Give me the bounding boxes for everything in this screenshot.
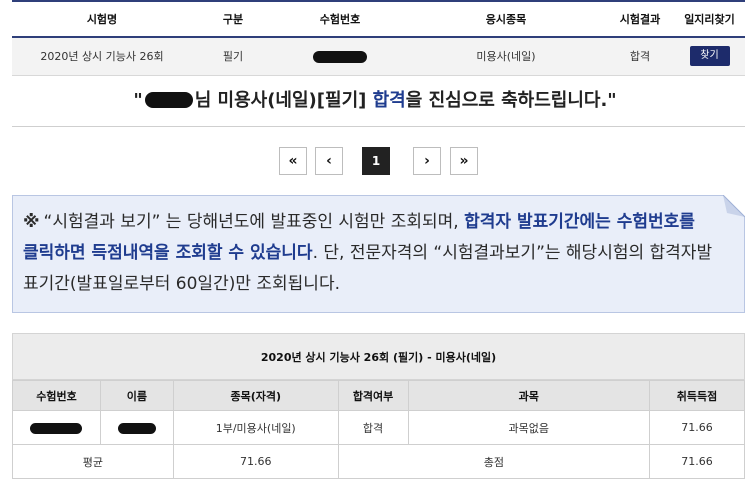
header-category: 구분	[192, 0, 274, 38]
congrats-pass: 합격	[372, 90, 406, 111]
page-prev-button[interactable]: ‹	[315, 147, 343, 175]
redacted-name	[117, 422, 156, 434]
divider	[12, 126, 745, 127]
page-first-button[interactable]: «	[279, 147, 307, 175]
header-result: 시험결과	[606, 0, 674, 38]
results-header-row: 시험명 구분 수험번호 응시종목 시험결과 시험결과 일지리찾기	[12, 0, 745, 38]
cell-category: 필기	[192, 37, 274, 76]
page-current[interactable]: 1	[362, 147, 390, 175]
notice-text-1: “시험결과 보기” 는 당해년도에 발표중인 시험만 조회되며,	[43, 212, 465, 232]
header-exam-number: 수험번호	[274, 0, 406, 38]
cell-total-value: 71.66	[649, 444, 745, 479]
cell-total-label: 총점	[337, 444, 651, 479]
page-last-button[interactable]: »	[450, 147, 478, 175]
cell-avg-value: 71.66	[172, 444, 339, 479]
cell-exam-number	[12, 410, 101, 445]
header-score: 취득득점	[649, 380, 745, 411]
table-row: 2020년 상시 기능사 26회 필기 미용사(네일) 합격 찾기	[12, 37, 745, 76]
pagination: « ‹ 1 › »	[279, 147, 487, 175]
cell-name	[99, 410, 174, 445]
redacted-name	[144, 92, 193, 108]
header-course: 과목	[407, 380, 651, 411]
header-name: 이름	[99, 380, 174, 411]
header-pass: 합격여부	[337, 380, 409, 411]
score-title: 2020년 상시 기능사 26회 (필기) - 미용사(네일)	[12, 333, 745, 380]
score-header-row: 수험번호 이름 종목(자격) 합격여부 과목 취득득점	[12, 380, 745, 411]
find-button[interactable]: 찾기	[689, 46, 730, 67]
score-table: 수험번호 이름 종목(자격) 합격여부 과목 취득득점 1부/미용사(네일) 합…	[12, 380, 745, 479]
congrats-message: " 님 미용사(네일)[필기] 합격을 진심으로 축하드립니다."	[0, 86, 750, 112]
cell-avg-label: 평균	[12, 444, 174, 479]
notice-mark: ※	[23, 212, 40, 232]
cell-subject: 1부/미용사(네일)	[172, 410, 339, 445]
page-fold-icon	[723, 195, 745, 217]
header-exam-name: 시험명	[12, 0, 192, 38]
notice-box: ※ “시험결과 보기” 는 당해년도에 발표중인 시험만 조회되며, 합격자 발표…	[12, 195, 745, 313]
cell-result: 합격	[606, 37, 674, 76]
cell-exam-name: 2020년 상시 기능사 26회	[12, 37, 192, 76]
header-exam-number: 수험번호	[12, 380, 101, 411]
redacted-exam-number[interactable]	[313, 50, 367, 63]
cell-find-location: 찾기	[674, 37, 745, 76]
table-row: 1부/미용사(네일) 합격 과목없음 71.66	[12, 410, 745, 445]
congrats-post: 을 진심으로 축하드립니다."	[405, 90, 617, 111]
score-detail: 2020년 상시 기능사 26회 (필기) - 미용사(네일) 수험번호 이름 …	[12, 333, 745, 479]
cell-course: 과목없음	[407, 410, 651, 445]
cell-exam-subject: 미용사(네일)	[406, 37, 606, 76]
congrats-quote: "	[133, 90, 143, 111]
redacted-exam-number	[30, 422, 83, 434]
page-next-button[interactable]: ›	[413, 147, 441, 175]
table-footer-row: 평균 71.66 총점 71.66	[12, 444, 745, 479]
cell-pass: 합격	[337, 410, 409, 445]
header-subject: 종목(자격)	[172, 380, 339, 411]
header-exam-subject: 응시종목	[406, 0, 606, 38]
congrats-pre: 님 미용사(네일)[필기]	[194, 90, 373, 111]
cell-exam-number[interactable]	[274, 37, 406, 76]
results-table: 시험명 구분 수험번호 응시종목 시험결과 시험결과 일지리찾기 2020년 상…	[12, 0, 745, 76]
cell-score: 71.66	[649, 410, 745, 445]
header-find-location: 일지리찾기	[674, 0, 745, 38]
